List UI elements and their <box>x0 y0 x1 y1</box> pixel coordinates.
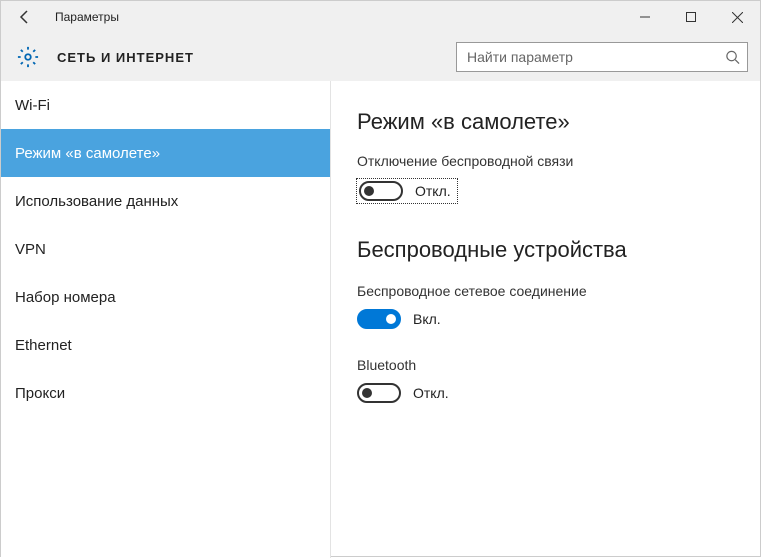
close-icon <box>732 12 743 23</box>
minimize-button[interactable] <box>622 1 668 33</box>
toggle-knob <box>386 314 396 324</box>
bluetooth-toggle-group: Откл. <box>357 383 736 403</box>
page-heading-airplane: Режим «в самолете» <box>357 109 736 135</box>
window-title: Параметры <box>55 10 119 24</box>
back-button[interactable] <box>1 1 49 33</box>
close-button[interactable] <box>714 1 760 33</box>
bluetooth-toggle[interactable] <box>357 383 401 403</box>
gear-icon <box>17 46 39 68</box>
sidebar-item-label: Режим «в самолете» <box>15 145 160 162</box>
page-heading-wireless: Беспроводные устройства <box>357 237 736 263</box>
sidebar-item-vpn[interactable]: VPN <box>1 225 330 273</box>
header: СЕТЬ И ИНТЕРНЕТ <box>1 33 760 81</box>
maximize-icon <box>686 12 696 22</box>
window-controls <box>622 1 760 33</box>
maximize-button[interactable] <box>668 1 714 33</box>
toggle-knob <box>364 186 374 196</box>
sidebar-item-label: Wi-Fi <box>15 97 50 114</box>
sidebar-item-airplane-mode[interactable]: Режим «в самолете» <box>1 129 330 177</box>
sidebar-item-wifi[interactable]: Wi-Fi <box>1 81 330 129</box>
sidebar-item-label: Использование данных <box>15 193 178 210</box>
airplane-toggle-group: Откл. <box>357 179 457 203</box>
wireless-network-label: Беспроводное сетевое соединение <box>357 283 736 299</box>
sidebar-item-ethernet[interactable]: Ethernet <box>1 321 330 369</box>
airplane-toggle-label: Откл. <box>415 183 451 199</box>
bluetooth-label: Bluetooth <box>357 357 736 373</box>
sidebar-item-data-usage[interactable]: Использование данных <box>1 177 330 225</box>
sidebar: Wi-Fi Режим «в самолете» Использование д… <box>1 81 331 558</box>
sidebar-item-dialup[interactable]: Набор номера <box>1 273 330 321</box>
sidebar-item-proxy[interactable]: Прокси <box>1 369 330 417</box>
wireless-network-toggle-group: Вкл. <box>357 309 736 329</box>
sidebar-item-label: Набор номера <box>15 289 116 306</box>
body: Wi-Fi Режим «в самолете» Использование д… <box>1 81 760 558</box>
sidebar-item-label: Прокси <box>15 385 65 402</box>
wireless-network-toggle-label: Вкл. <box>413 311 441 327</box>
minimize-icon <box>640 12 650 22</box>
airplane-toggle[interactable] <box>359 181 403 201</box>
search-wrap <box>456 42 748 72</box>
sidebar-item-label: VPN <box>15 241 46 258</box>
sidebar-item-label: Ethernet <box>15 337 72 354</box>
search-input[interactable] <box>456 42 748 72</box>
titlebar: Параметры <box>1 1 760 33</box>
arrow-left-icon <box>17 9 33 25</box>
wireless-network-toggle[interactable] <box>357 309 401 329</box>
bluetooth-toggle-label: Откл. <box>413 385 449 401</box>
content: Режим «в самолете» Отключение беспроводн… <box>331 81 760 558</box>
toggle-knob <box>362 388 372 398</box>
airplane-desc: Отключение беспроводной связи <box>357 153 736 169</box>
section-title: СЕТЬ И ИНТЕРНЕТ <box>57 50 194 65</box>
